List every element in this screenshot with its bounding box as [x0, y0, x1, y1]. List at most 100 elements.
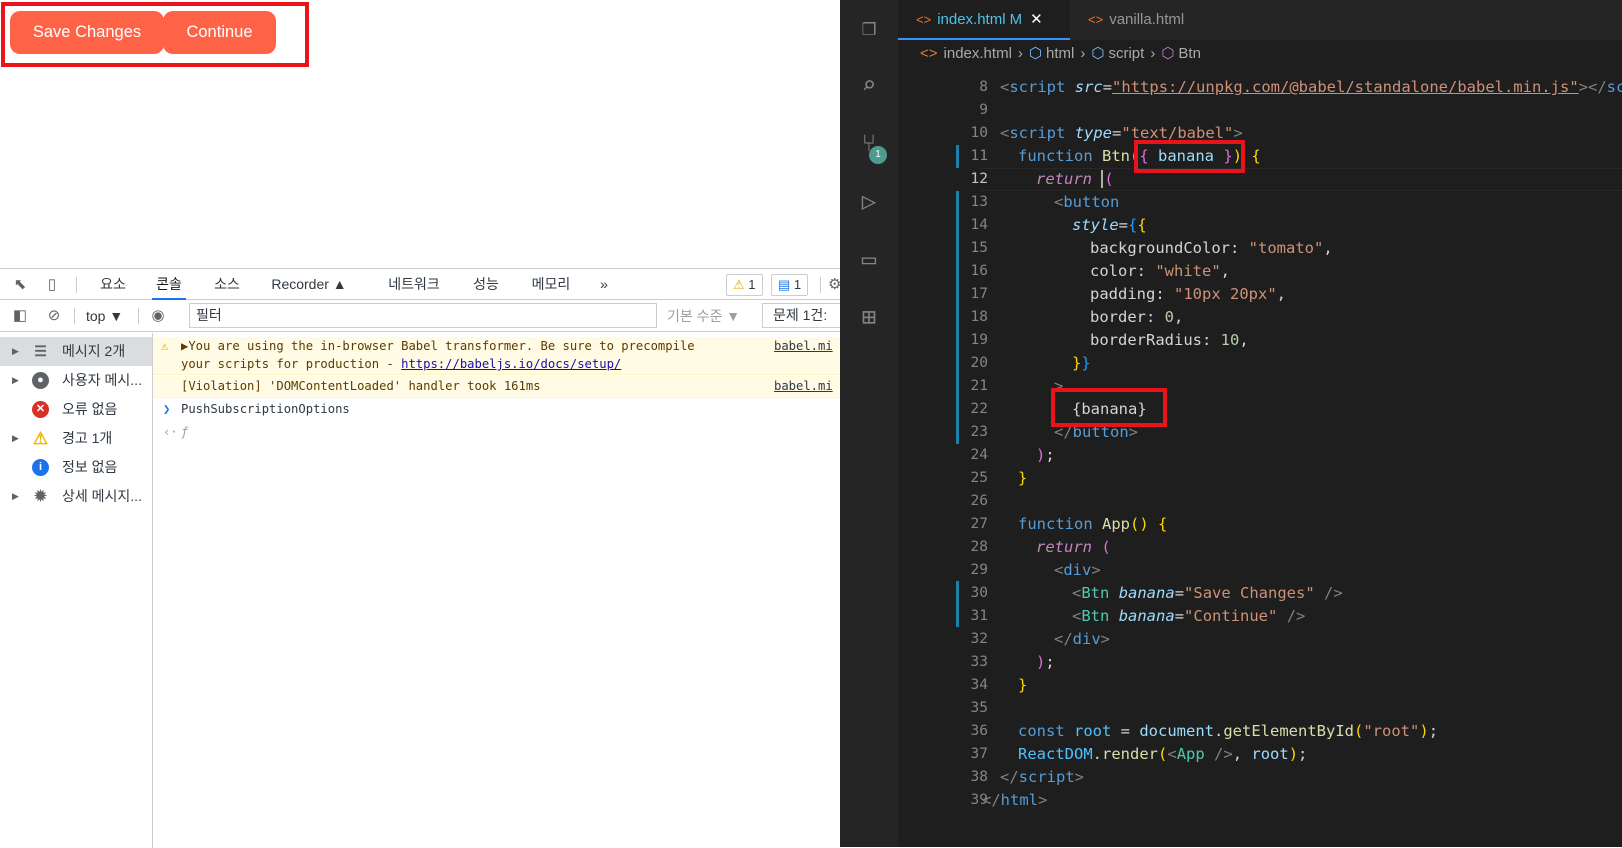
- breadcrumb-item[interactable]: script: [1108, 45, 1144, 62]
- issues-button[interactable]: 문제 1건:: [762, 303, 852, 328]
- code-line: 25}: [898, 467, 1622, 490]
- clear-console-icon[interactable]: ⊘: [44, 306, 64, 326]
- sidebar-item-label: 사용자 메시...: [62, 372, 142, 388]
- expand-arrow-icon: ▶: [12, 433, 19, 443]
- babel-docs-link[interactable]: https://babeljs.io/docs/setup/: [401, 357, 621, 371]
- breadcrumb-item[interactable]: index.html: [944, 45, 1012, 62]
- expand-arrow-icon: ▶: [12, 375, 19, 385]
- remote-explorer-icon[interactable]: ▭: [854, 244, 884, 274]
- editor-tabbar: <> index.html M ✕ <> vanilla.html: [898, 0, 1622, 40]
- line-number: 38: [970, 769, 988, 785]
- code-line: 32 </div>: [898, 628, 1622, 651]
- tab-vanilla-html[interactable]: <> vanilla.html: [1070, 0, 1220, 40]
- console-warning-message: ⚠ ▶You are using the in-browser Babel tr…: [153, 337, 840, 375]
- code-number: 10: [1220, 331, 1240, 349]
- line-number: 14: [970, 217, 988, 233]
- explorer-icon[interactable]: ❐: [854, 12, 884, 42]
- code-line: 17 padding: "10px 20px",: [898, 283, 1622, 306]
- message-counter[interactable]: ▤ 1: [771, 274, 809, 296]
- code-text: </div>: [1054, 630, 1111, 648]
- code-text: <button: [1054, 193, 1120, 211]
- source-control-badge: 1: [869, 146, 887, 164]
- line-number: 36: [970, 723, 988, 739]
- sidebar-item-errors[interactable]: ✕ 오류 없음: [0, 395, 152, 424]
- highlight-box-buttons: [1, 2, 309, 67]
- line-number: 15: [970, 240, 988, 256]
- code-string: "Save Changes": [1184, 584, 1315, 602]
- warning-counter[interactable]: ⚠ 1: [726, 274, 763, 296]
- message-count: 1: [793, 277, 802, 292]
- code-property: border: [1090, 308, 1146, 326]
- code-text: </script>: [1000, 768, 1085, 786]
- html-file-icon: <>: [1088, 12, 1104, 27]
- code-string: "10px 20px": [1174, 285, 1277, 303]
- breadcrumb-item[interactable]: Btn: [1178, 45, 1201, 62]
- code-property: padding: [1090, 285, 1156, 303]
- code-line: 16 color: "white",: [898, 260, 1622, 283]
- inspect-icon[interactable]: ⬉: [10, 275, 30, 295]
- line-number: 25: [970, 470, 988, 486]
- sidebar-item-messages[interactable]: ▶ ☰ 메시지 2개: [0, 337, 152, 366]
- console-output: ⚠ ▶You are using the in-browser Babel tr…: [153, 333, 840, 848]
- run-debug-icon[interactable]: ▷: [854, 186, 884, 216]
- code-line: 20}}: [898, 352, 1622, 375]
- device-toggle-icon[interactable]: ▯: [42, 275, 62, 295]
- console-log-message[interactable]: ❯ PushSubscriptionOptions: [153, 399, 840, 421]
- settings-icon[interactable]: ⚙: [828, 275, 840, 295]
- tab-recorder[interactable]: Recorder ▲: [268, 269, 350, 300]
- user-icon: ●: [32, 372, 49, 389]
- code-line: 35: [898, 697, 1622, 720]
- line-number: 19: [970, 332, 988, 348]
- extensions-icon[interactable]: ⊞: [854, 302, 884, 332]
- sidebar-item-info[interactable]: i 정보 없음: [0, 453, 152, 482]
- sidebar-item-verbose[interactable]: ▶ ✹ 상세 메시지...: [0, 482, 152, 511]
- sidebar-toggle-icon[interactable]: ◧: [10, 306, 30, 326]
- tab-performance[interactable]: 성능: [469, 269, 503, 300]
- code-function-name: App: [1102, 515, 1130, 533]
- code-text: return (: [1036, 170, 1114, 188]
- breadcrumb-item[interactable]: html: [1046, 45, 1074, 62]
- line-number: 12: [970, 171, 988, 187]
- message-source-link[interactable]: babel.mi: [774, 379, 840, 393]
- close-icon[interactable]: ✕: [1030, 11, 1043, 28]
- code-text: }}: [1072, 354, 1091, 372]
- live-expression-eye-icon[interactable]: ◉: [148, 306, 168, 326]
- expand-arrow-icon: ▶: [12, 491, 19, 501]
- code-line: 27 function App() {: [898, 513, 1622, 536]
- code-line: 22 {banana}: [898, 398, 1622, 421]
- code-property: borderRadius: [1090, 331, 1202, 349]
- tab-network[interactable]: 네트워크: [383, 269, 445, 300]
- code-text: <div>: [1054, 561, 1101, 579]
- tab-console[interactable]: 콘솔: [152, 269, 186, 300]
- log-level-select[interactable]: 기본 수준 ▼: [667, 304, 740, 328]
- more-tabs-button[interactable]: »: [594, 269, 614, 300]
- script-src-url[interactable]: https://unpkg.com/@babel/standalone/babe…: [1121, 78, 1569, 96]
- code-number: 0: [1164, 308, 1175, 326]
- code-line: 37 ReactDOM.render(<App />, root);: [898, 743, 1622, 766]
- code-line: 18 border: 0,: [898, 306, 1622, 329]
- message-text: ▶You are using the in-browser Babel tran…: [181, 339, 695, 353]
- code-text: }: [1018, 676, 1028, 694]
- code-line: 39 </html>: [898, 789, 1622, 812]
- code-text: <Btn banana="Continue" />: [1072, 607, 1306, 625]
- tab-index-html[interactable]: <> index.html M ✕: [898, 0, 1070, 40]
- vscode-window: ❐ ⌕ ⑂ 1 ▷ ▭ ⊞ <> index.html M ✕ <> vanilla.h…: [840, 0, 1622, 847]
- warning-icon: ⚠: [733, 277, 745, 292]
- code-line: 28 return (: [898, 536, 1622, 559]
- context-select[interactable]: top ▼: [80, 304, 129, 328]
- console-result-message: ‹· ƒ: [153, 422, 840, 444]
- divider: [74, 308, 75, 324]
- tab-elements[interactable]: 요소: [96, 269, 130, 300]
- code-text: function App() {: [1018, 515, 1168, 533]
- message-source-link[interactable]: babel.mi: [774, 339, 840, 353]
- code-line: 26: [898, 490, 1622, 513]
- tab-sources[interactable]: 소스: [210, 269, 244, 300]
- sidebar-item-warnings[interactable]: ▶ ⚠ 경고 1개: [0, 424, 152, 453]
- code-line-current: 12 return (: [898, 168, 1622, 191]
- search-icon[interactable]: ⌕: [854, 70, 884, 100]
- tab-memory[interactable]: 메모리: [527, 269, 575, 300]
- code-editor[interactable]: 8 <script src="https://unpkg.com/@babel/s…: [898, 68, 1622, 847]
- filter-input[interactable]: 필터: [189, 303, 657, 328]
- chevron-right-icon: ›: [1080, 45, 1086, 62]
- sidebar-item-user-messages[interactable]: ▶ ● 사용자 메시...: [0, 366, 152, 395]
